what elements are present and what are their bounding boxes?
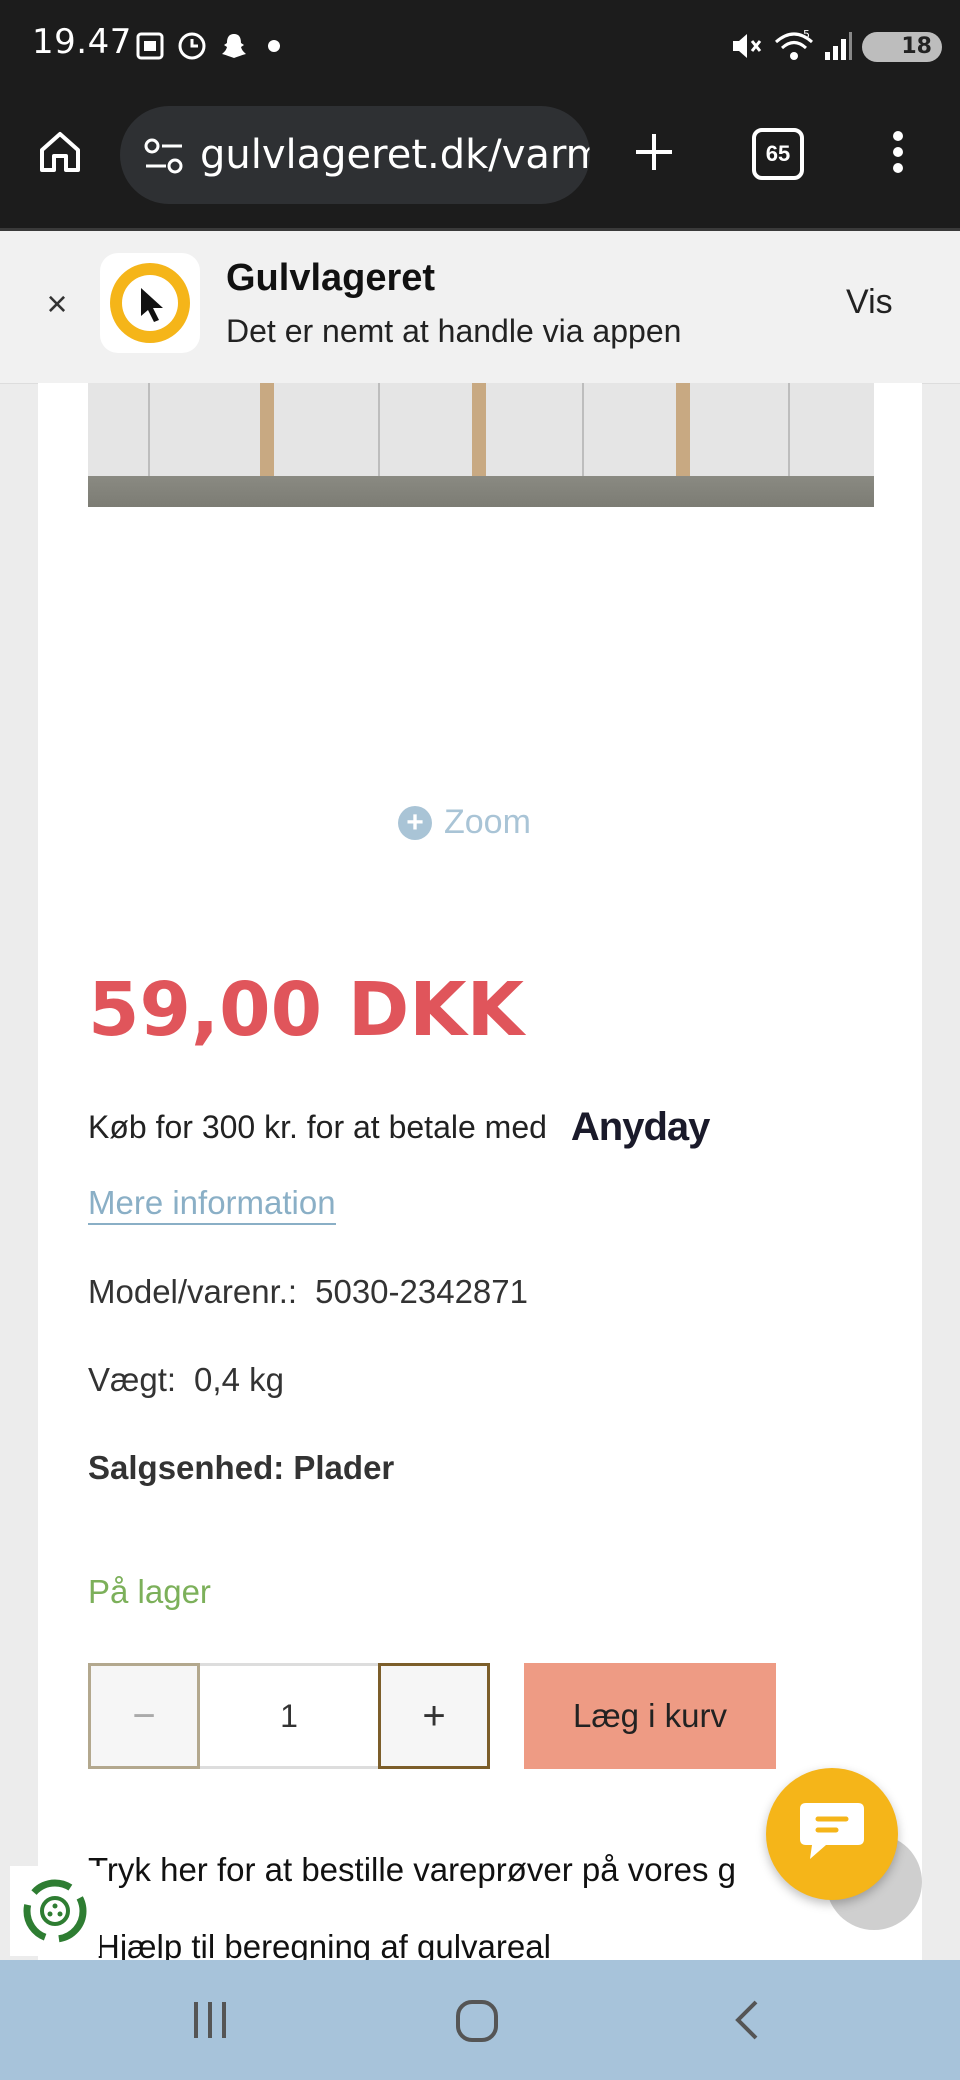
address-bar[interactable]: gulvlageret.dk/varme: [120, 106, 590, 204]
recent-apps-icon[interactable]: [180, 1990, 240, 2050]
recycle-icon[interactable]: [10, 1866, 100, 1956]
wifi-icon: 5: [772, 26, 816, 66]
back-icon[interactable]: [718, 1990, 778, 2050]
close-banner-button[interactable]: ×: [36, 283, 78, 325]
home-icon[interactable]: [28, 120, 92, 184]
status-time: 19.47: [32, 22, 132, 62]
battery-indicator: 18: [862, 32, 942, 62]
app-install-banner: × Gulvlageret Det er nemt at handle via …: [0, 231, 960, 384]
screenshot-icon: [130, 26, 170, 66]
zoom-button[interactable]: + Zoom: [398, 803, 531, 842]
browser-toolbar: gulvlageret.dk/varme 65: [0, 92, 960, 231]
zoom-label: Zoom: [444, 803, 531, 841]
chat-icon: [796, 1799, 868, 1870]
weight-value: 0,4 kg: [194, 1361, 284, 1398]
product-price: 59,00 DKK: [88, 967, 524, 1053]
new-tab-icon[interactable]: [622, 120, 686, 184]
more-info-link[interactable]: Mere information: [88, 1183, 336, 1225]
menu-icon[interactable]: [872, 120, 924, 184]
status-bar: 19.47 5 18: [0, 0, 960, 92]
mute-icon: [726, 26, 766, 66]
order-samples-link[interactable]: Tryk her for at bestille vareprøver på v…: [88, 1851, 736, 1889]
product-page: + Zoom 59,00 DKK Køb for 300 kr. for at …: [38, 383, 922, 1960]
site-settings-icon[interactable]: [142, 136, 186, 181]
sync-icon: [172, 26, 212, 66]
sales-unit: Salgsenhed: Plader: [88, 1449, 395, 1486]
stock-status: På lager: [88, 1573, 211, 1610]
increase-quantity-button[interactable]: +: [378, 1663, 490, 1769]
network-label: 5: [803, 28, 810, 41]
anyday-logo: Anyday: [570, 1105, 710, 1149]
app-logo: [100, 253, 200, 353]
tab-switcher-button[interactable]: 65: [752, 128, 804, 180]
url-text[interactable]: gulvlageret.dk/varme: [200, 132, 590, 178]
weight: Vægt: 0,4 kg: [88, 1361, 284, 1399]
model-value: 5030-2342871: [315, 1273, 528, 1310]
app-tagline: Det er nemt at handle via appen: [226, 313, 682, 349]
model-label: Model/varenr.:: [88, 1273, 298, 1310]
product-image[interactable]: [88, 383, 874, 507]
app-name: Gulvlageret: [226, 257, 436, 299]
zoom-plus-icon: +: [398, 805, 432, 840]
anyday-text: Køb for 300 kr. for at betale med: [88, 1109, 547, 1145]
anyday-info: Køb for 300 kr. for at betale med Anyday: [88, 1105, 710, 1150]
model-number: Model/varenr.: 5030-2342871: [88, 1273, 528, 1311]
notification-dot-icon: [262, 26, 286, 66]
quantity-stepper: − 1 +: [88, 1663, 490, 1769]
view-app-button[interactable]: Vis: [846, 283, 893, 322]
system-navigation-bar: [0, 1960, 960, 2080]
snapchat-icon: [214, 26, 254, 66]
home-nav-icon[interactable]: [446, 1990, 508, 2052]
add-to-cart-button[interactable]: Læg i kurv: [524, 1663, 776, 1769]
area-calculation-link[interactable]: Hjælp til beregning af gulvareal: [96, 1928, 551, 1960]
chat-button[interactable]: [766, 1768, 898, 1900]
weight-label: Vægt:: [88, 1361, 177, 1398]
decrease-quantity-button[interactable]: −: [88, 1663, 200, 1769]
quantity-input[interactable]: 1: [200, 1663, 378, 1769]
signal-icon: [820, 26, 856, 66]
